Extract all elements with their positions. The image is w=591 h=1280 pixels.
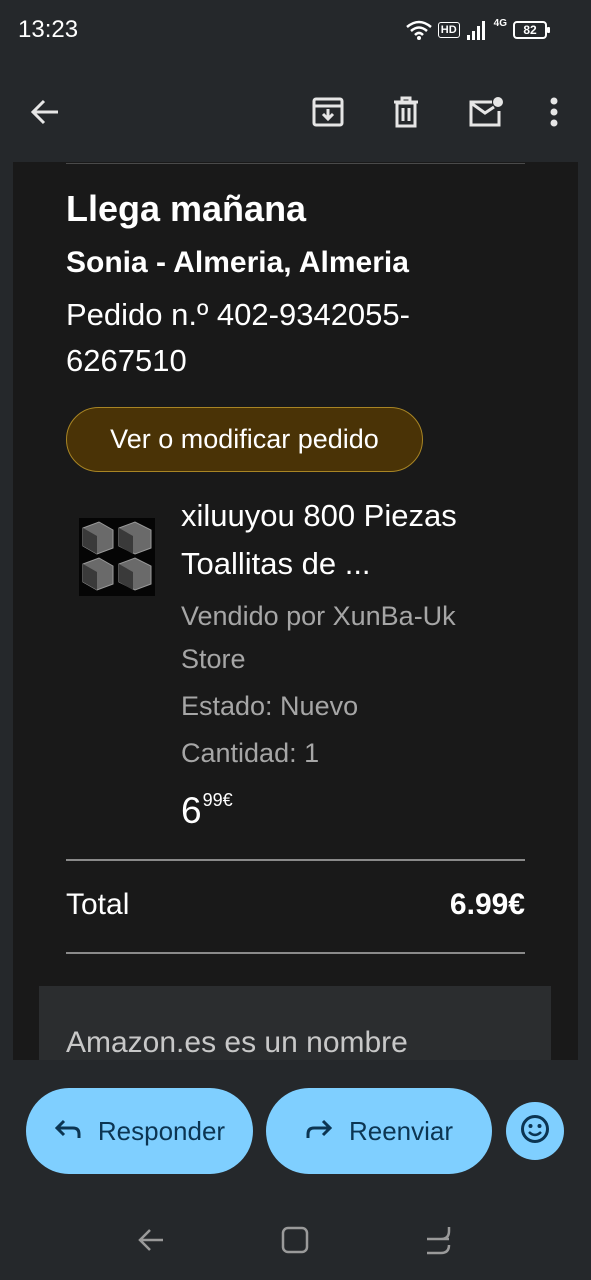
view-modify-order-button[interactable]: Ver o modificar pedido	[66, 407, 423, 472]
mark-unread-icon[interactable]	[464, 90, 508, 134]
more-vert-icon[interactable]	[532, 90, 576, 134]
delivery-title: Llega mañana	[66, 188, 307, 229]
reply-button[interactable]: Responder	[26, 1088, 253, 1174]
divider	[66, 859, 525, 861]
reply-label: Responder	[97, 1115, 226, 1146]
back-arrow-icon[interactable]	[23, 90, 67, 134]
nav-recents-icon[interactable]	[418, 1220, 458, 1260]
email-body: Llega mañana Sonia - Almeria, Almeria Pe…	[13, 162, 578, 1060]
product-seller: Vendido por XunBa-Uk Store	[181, 601, 456, 674]
forward-icon	[305, 1116, 333, 1147]
forward-label: Reenviar	[348, 1115, 454, 1146]
status-icons: HD 4G 82	[405, 17, 550, 42]
product-name[interactable]: xiluuyou 800 Piezas Toallitas de ...	[181, 492, 511, 588]
reply-icon	[54, 1116, 82, 1147]
divider	[66, 952, 525, 954]
total-label: Total	[66, 888, 130, 921]
archive-icon[interactable]	[306, 90, 350, 134]
price-whole: 6	[181, 790, 202, 831]
bottom-action-bar: Responder Reenviar	[0, 1060, 591, 1280]
wifi-icon	[405, 20, 432, 40]
footer-text: Amazon.es es un nombre	[66, 1026, 408, 1059]
network-label: 4G	[493, 17, 507, 29]
divider	[66, 163, 525, 164]
product-condition: Estado: Nuevo	[181, 691, 359, 721]
smiley-icon	[520, 1114, 550, 1149]
hd-badge: HD	[437, 22, 460, 38]
nav-home-icon[interactable]	[275, 1220, 315, 1260]
battery-icon: 82	[513, 21, 550, 39]
order-number: Pedido n.º 402-9342055-6267510	[66, 297, 410, 378]
price-fraction: 99€	[202, 790, 233, 810]
emoji-reaction-button[interactable]	[506, 1102, 564, 1160]
product-image[interactable]	[79, 518, 155, 596]
total-value: 6.99€	[449, 888, 525, 921]
status-bar: 13:23 HD 4G 82	[0, 0, 591, 62]
forward-button[interactable]: Reenviar	[266, 1088, 492, 1174]
product-price: 699€	[181, 790, 233, 832]
product-quantity: Cantidad: 1	[181, 738, 320, 768]
signal-icon	[466, 20, 488, 40]
top-app-bar	[0, 62, 591, 162]
delete-icon[interactable]	[384, 90, 428, 134]
footer-notice: Amazon.es es un nombre	[39, 986, 551, 1060]
recipient-address: Sonia - Almeria, Almeria	[66, 246, 409, 279]
nav-back-icon[interactable]	[131, 1220, 171, 1260]
status-time: 13:23	[18, 16, 79, 43]
